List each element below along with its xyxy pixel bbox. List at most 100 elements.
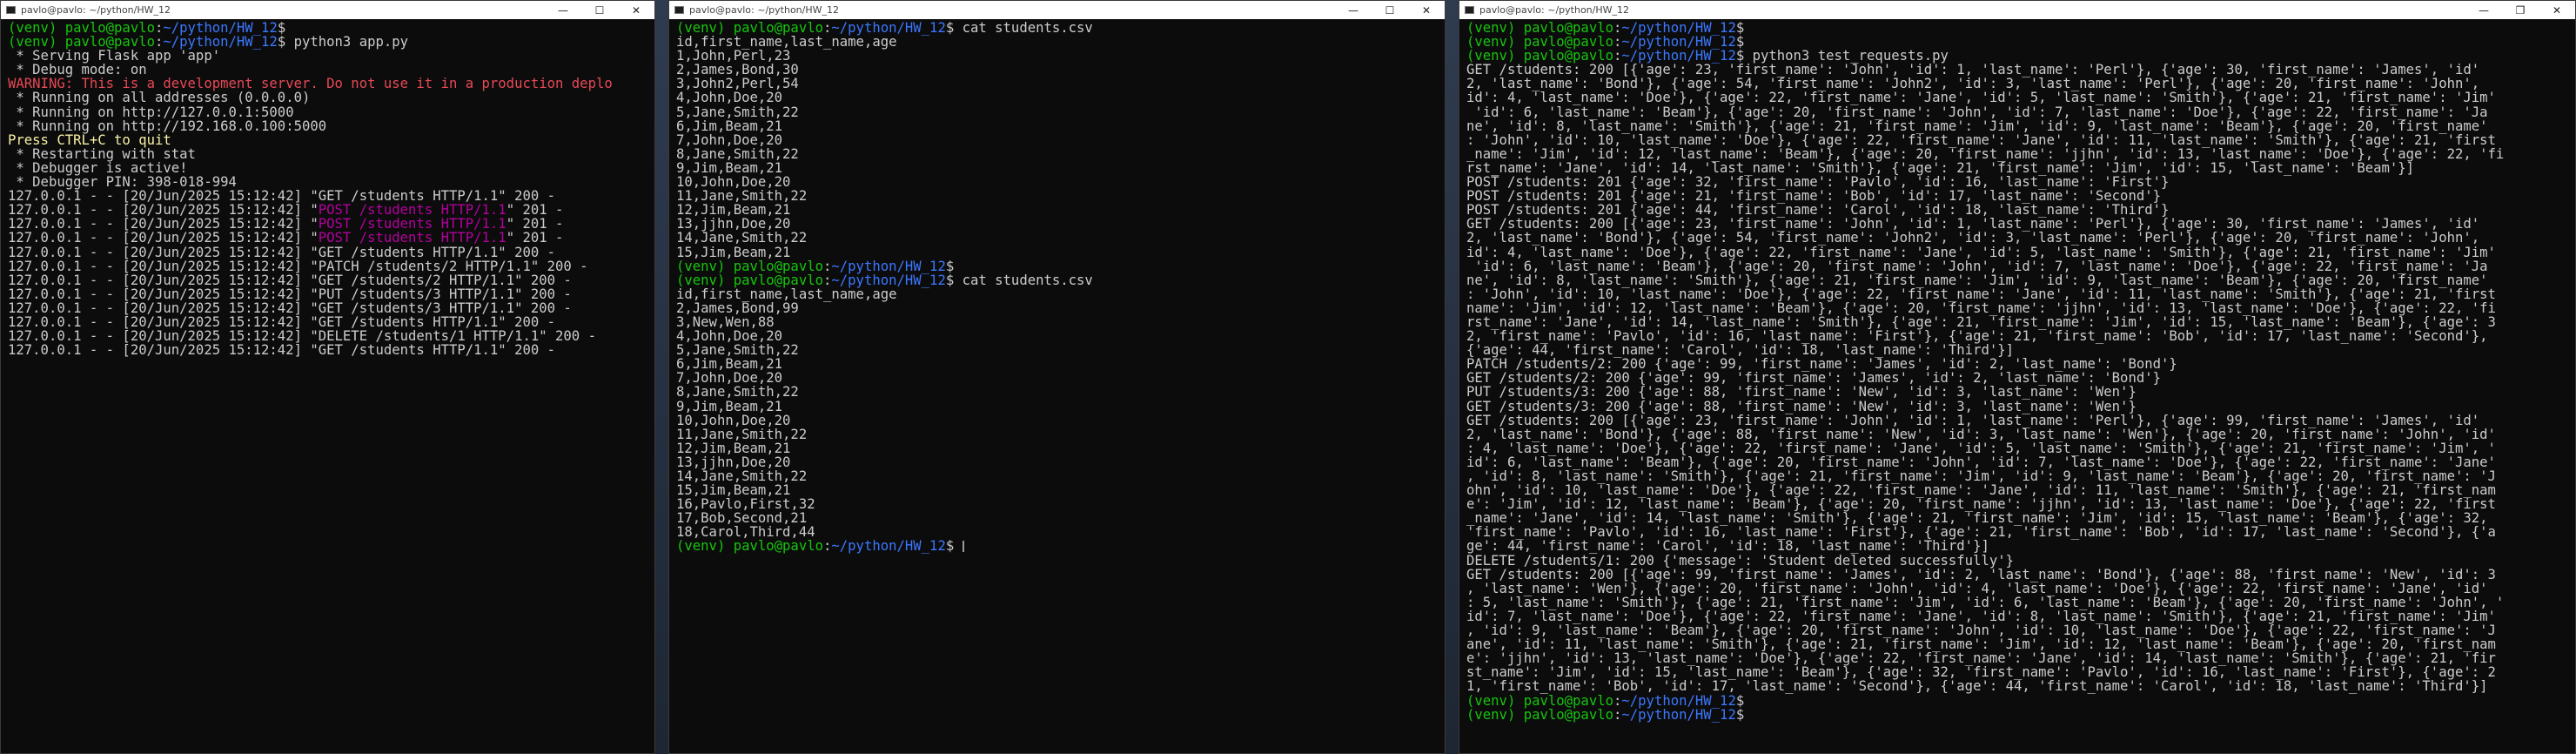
- window-controls: — ❐ ✕: [2465, 1, 2575, 19]
- terminal-line: 127.0.0.1 - - [20/Jun/2025 15:12:42] "PO…: [8, 217, 654, 231]
- terminal-line: PATCH /students/2: 200 {'age': 99, 'firs…: [1466, 357, 2575, 371]
- terminal-line: 12,Jim,Beam,21: [676, 441, 1445, 455]
- terminal-window-2[interactable]: pavlo@pavlo: ~/python/HW_12 — ☐ ✕ (venv)…: [668, 0, 1446, 754]
- close-button[interactable]: ✕: [618, 1, 654, 19]
- minimize-button[interactable]: —: [2465, 1, 2502, 19]
- text-cursor: [962, 541, 964, 553]
- terminal-line: 11,Jane,Smith,22: [676, 427, 1445, 441]
- terminal-line: 6,Jim,Beam,21: [676, 119, 1445, 133]
- restore-button[interactable]: ❐: [2502, 1, 2539, 19]
- terminal-line: 9,Jim,Beam,21: [676, 399, 1445, 414]
- terminal-line: 'first_name': 'Pavlo', 'id': 16, 'last_n…: [1466, 525, 2575, 539]
- terminal-line: id': 4, 'last_name': 'Doe'}, {'age': 22,…: [1466, 91, 2575, 104]
- terminal-line: POST /students: 201 {'age': 44, 'first_n…: [1466, 203, 2575, 217]
- terminal-line: * Running on http://192.168.0.100:5000: [8, 119, 654, 133]
- terminal-line: GET /students: 200 [{'age': 99, 'first_n…: [1466, 568, 2575, 582]
- terminal-line: 9,Jim,Beam,21: [676, 161, 1445, 175]
- terminal-line: : 'John', 'id': 10, 'last_name': 'Doe'},…: [1466, 287, 2575, 301]
- terminal-app-icon: [6, 6, 16, 14]
- maximize-button[interactable]: ☐: [1372, 1, 1408, 19]
- terminal-app-icon: [674, 6, 684, 14]
- terminal-line: 16,Pavlo,First,32: [676, 497, 1445, 511]
- terminal-line: * Debugger PIN: 398-018-994: [8, 175, 654, 189]
- terminal-line: 5,Jane,Smith,22: [676, 343, 1445, 357]
- terminal-line: 17,Bob,Second,21: [676, 511, 1445, 525]
- terminal-window-1[interactable]: pavlo@pavlo: ~/python/HW_12 — ☐ ✕ (venv)…: [0, 0, 655, 754]
- terminal-line: 2, 'last_name': 'Bond'}, {'age': 54, 'fi…: [1466, 77, 2575, 91]
- terminal-line: 127.0.0.1 - - [20/Jun/2025 15:12:42] "PO…: [8, 203, 654, 217]
- terminal-line: GET /students/3: 200 {'age': 88, 'first_…: [1466, 399, 2575, 414]
- terminal-output[interactable]: (venv) pavlo@pavlo:~/python/HW_12$ (venv)…: [1459, 19, 2575, 722]
- minimize-button[interactable]: —: [1335, 1, 1372, 19]
- window-titlebar[interactable]: pavlo@pavlo: ~/python/HW_12 — ☐ ✕: [1, 1, 654, 19]
- terminal-line: 7,John,Doe,20: [676, 371, 1445, 385]
- terminal-line: 127.0.0.1 - - [20/Jun/2025 15:12:42] "DE…: [8, 329, 654, 343]
- terminal-output[interactable]: (venv) pavlo@pavlo:~/python/HW_12$ (venv)…: [1, 19, 654, 357]
- terminal-line: * Debugger is active!: [8, 161, 654, 175]
- window-titlebar[interactable]: pavlo@pavlo: ~/python/HW_12 — ☐ ✕: [669, 1, 1445, 19]
- terminal-line: id,first_name,last_name,age: [676, 287, 1445, 301]
- terminal-line: id': 6, 'last_name': 'Beam'}, {'age': 20…: [1466, 455, 2575, 469]
- window-titlebar[interactable]: pavlo@pavlo: ~/python/HW_12 — ❐ ✕: [1459, 1, 2575, 19]
- maximize-button[interactable]: ☐: [581, 1, 618, 19]
- terminal-window-3[interactable]: pavlo@pavlo: ~/python/HW_12 — ❐ ✕ (venv)…: [1459, 0, 2576, 754]
- terminal-line: id': 7, 'last_name': 'Doe'}, {'age': 22,…: [1466, 609, 2575, 623]
- terminal-line: WARNING: This is a development server. D…: [8, 77, 654, 91]
- terminal-text: pavlo@pavlo: [733, 538, 823, 555]
- terminal-line: (venv) pavlo@pavlo:~/python/HW_12$ pytho…: [1466, 49, 2575, 63]
- terminal-line: rst_name': 'Jane', 'id': 14, 'last_name'…: [1466, 161, 2575, 175]
- terminal-text: pavlo@pavlo: [1523, 706, 1613, 723]
- terminal-text: $ python3 app.py: [277, 34, 409, 50]
- terminal-line: 127.0.0.1 - - [20/Jun/2025 15:12:42] "PU…: [8, 287, 654, 301]
- terminal-line: 'id': 6, 'last_name': 'Beam'}, {'age': 2…: [1466, 259, 2575, 273]
- terminal-line: : 5, 'last_name': 'Smith'}, {'age': 21, …: [1466, 596, 2575, 609]
- terminal-text: (venv): [676, 538, 734, 555]
- terminal-line: (venv) pavlo@pavlo:~/python/HW_12$: [1466, 708, 2575, 722]
- terminal-line: 18,Carol,Third,44: [676, 525, 1445, 539]
- terminal-line: (venv) pavlo@pavlo:~/python/HW_12$: [1466, 693, 2575, 708]
- terminal-line: , 'last_name': 'Wen'}, {'age': 20, 'firs…: [1466, 582, 2575, 596]
- terminal-line: id,first_name,last_name,age: [676, 35, 1445, 49]
- terminal-line: 2, 'last_name': 'Bond'}, {'age': 54, 'fi…: [1466, 231, 2575, 245]
- terminal-line: _name': 'Jane', 'id': 14, 'last_name': '…: [1466, 511, 2575, 525]
- minimize-button[interactable]: —: [545, 1, 581, 19]
- terminal-app-icon: [1465, 6, 1474, 14]
- terminal-line: POST /students: 201 {'age': 21, 'first_n…: [1466, 189, 2575, 203]
- terminal-line: (venv) pavlo@pavlo:~/python/HW_12$ cat s…: [676, 273, 1445, 287]
- terminal-line: GET /students: 200 [{'age': 23, 'first_n…: [1466, 63, 2575, 77]
- terminal-line: * Debug mode: on: [8, 63, 654, 77]
- terminal-output[interactable]: (venv) pavlo@pavlo:~/python/HW_12 $ cat s…: [669, 19, 1445, 554]
- window-controls: — ☐ ✕: [545, 1, 654, 19]
- terminal-line: 127.0.0.1 - - [20/Jun/2025 15:12:42] "GE…: [8, 189, 654, 203]
- terminal-text: ~/python/HW_12: [1621, 706, 1736, 723]
- terminal-line: 127.0.0.1 - - [20/Jun/2025 15:12:42] "GE…: [8, 301, 654, 315]
- terminal-text: (venv): [1466, 706, 1524, 723]
- terminal-line: (venv) pavlo@pavlo:~/python/HW_12$: [676, 538, 1445, 555]
- terminal-line: 10,John,Doe,20: [676, 414, 1445, 427]
- terminal-line: (venv) pavlo@pavlo:~/python/HW_12$: [1466, 35, 2575, 49]
- terminal-line: 127.0.0.1 - - [20/Jun/2025 15:12:42] "GE…: [8, 343, 654, 357]
- terminal-line: Press CTRL+C to quit: [8, 133, 654, 147]
- terminal-line: DELETE /students/1: 200 {'message': 'Stu…: [1466, 554, 2575, 568]
- terminal-line: 2, 'first_name': 'Pavlo', 'id': 16, 'las…: [1466, 329, 2575, 343]
- terminal-line: (venv) pavlo@pavlo:~/python/HW_12$ cat s…: [676, 21, 1445, 35]
- close-button[interactable]: ✕: [2539, 1, 2575, 19]
- window-title: pavlo@pavlo: ~/python/HW_12: [1479, 4, 1629, 16]
- terminal-text: $ cat students.csv: [945, 272, 1093, 288]
- terminal-line: 8,Jane,Smith,22: [676, 147, 1445, 161]
- terminal-text: $ cat students.csv: [945, 20, 1093, 36]
- terminal-line: 5,Jane,Smith,22: [676, 105, 1445, 119]
- terminal-line: {'age': 44, 'first_name': 'Carol', 'id':…: [1466, 343, 2575, 357]
- terminal-line: GET /students: 200 [{'age': 23, 'first_n…: [1466, 217, 2575, 231]
- close-button[interactable]: ✕: [1408, 1, 1445, 19]
- terminal-line: (venv) pavlo@pavlo:~/python/HW_12$ pytho…: [8, 35, 654, 49]
- terminal-line: GET /students: 200 [{'age': 23, 'first_n…: [1466, 414, 2575, 427]
- terminal-line: ohn', 'id': 10, 'last_name': 'Doe'}, {'a…: [1466, 483, 2575, 497]
- terminal-line: 6,Jim,Beam,21: [676, 357, 1445, 371]
- terminal-text: 127.0.0.1 - - [20/Jun/2025 15:12:42] "GE…: [8, 342, 556, 359]
- terminal-line: 15,Jim,Beam,21: [676, 483, 1445, 497]
- terminal-text: :: [823, 538, 832, 555]
- terminal-line: , 'id': 9, 'last_name': 'Beam'}, {'age':…: [1466, 623, 2575, 637]
- terminal-line: 13,jjhn,Doe,20: [676, 455, 1445, 469]
- terminal-line: 13,jjhn,Doe,20: [676, 217, 1445, 231]
